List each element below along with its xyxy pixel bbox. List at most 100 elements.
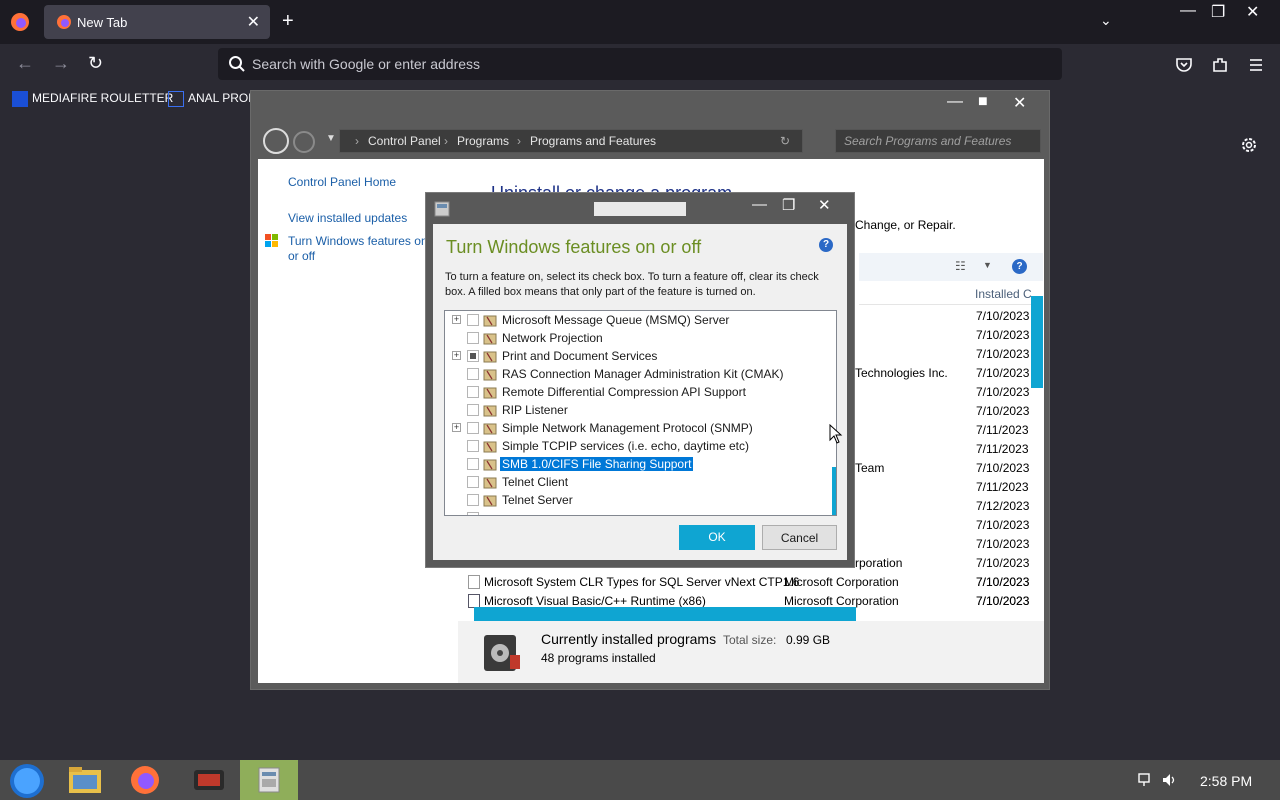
breadcrumb-programs-features[interactable]: Programs and Features xyxy=(530,134,656,148)
ok-button[interactable]: OK xyxy=(679,525,755,550)
maximize-icon[interactable]: ■ xyxy=(978,93,988,111)
feature-row-clipped[interactable] xyxy=(445,509,805,515)
feature-checkbox[interactable] xyxy=(467,440,479,452)
network-icon[interactable] xyxy=(1137,772,1153,788)
feature-folder-icon xyxy=(483,441,497,453)
maximize-icon[interactable]: ❐ xyxy=(1211,2,1225,22)
column-header-installed[interactable]: Installed C xyxy=(859,281,1043,305)
feature-row[interactable]: Remote Differential Compression API Supp… xyxy=(445,383,805,401)
maximize-icon[interactable]: ❐ xyxy=(782,196,795,214)
feature-row[interactable]: RAS Connection Manager Administration Ki… xyxy=(445,365,805,383)
vertical-scrollbar[interactable] xyxy=(832,467,836,515)
feature-folder-icon xyxy=(483,459,497,471)
bookmark-item[interactable]: MEDIAFIRE ROULETTER xyxy=(12,91,173,107)
address-bar[interactable]: Control Panel Programs Programs and Feat… xyxy=(339,129,803,153)
chevron-down-icon[interactable]: ▼ xyxy=(983,260,992,270)
close-tab-icon[interactable]: ✕ xyxy=(247,12,260,32)
feature-row[interactable]: SMB 1.0/CIFS File Sharing Support xyxy=(445,455,805,473)
feature-checkbox[interactable] xyxy=(467,512,479,515)
start-button[interactable] xyxy=(0,760,58,800)
hamburger-menu-icon[interactable] xyxy=(1247,56,1265,74)
feature-row[interactable]: Network Projection xyxy=(445,329,805,347)
feature-checkbox[interactable] xyxy=(467,422,479,434)
taskbar-firefox[interactable] xyxy=(118,760,176,800)
taskbar-app[interactable] xyxy=(180,760,238,800)
firefox-menu-icon[interactable] xyxy=(10,12,30,32)
refresh-icon[interactable]: ↻ xyxy=(780,134,790,148)
feature-checkbox[interactable] xyxy=(467,476,479,488)
feature-row[interactable]: Telnet Client xyxy=(445,473,805,491)
cancel-button[interactable]: Cancel xyxy=(762,525,837,550)
help-icon[interactable]: ? xyxy=(1012,259,1027,274)
feature-row[interactable]: RIP Listener xyxy=(445,401,805,419)
chevron-right-icon: › xyxy=(355,134,359,148)
view-updates-link[interactable]: View installed updates xyxy=(288,211,407,225)
feature-checkbox[interactable] xyxy=(467,368,479,380)
tab-new-tab[interactable]: New Tab ✕ xyxy=(44,5,270,39)
clock[interactable]: 2:58 PM xyxy=(1200,773,1252,789)
feature-checkbox[interactable] xyxy=(467,386,479,398)
expand-icon[interactable]: + xyxy=(452,315,461,324)
dialog-title-redacted xyxy=(594,202,686,216)
minimize-icon[interactable]: — xyxy=(752,196,767,213)
close-window-icon[interactable]: ✕ xyxy=(1246,2,1259,22)
feature-checkbox[interactable] xyxy=(467,314,479,326)
expand-icon[interactable]: + xyxy=(452,423,461,432)
installed-date-cell: 7/10/2023 xyxy=(976,309,1030,323)
minimize-icon[interactable]: — xyxy=(1180,2,1196,20)
breadcrumb-control-panel[interactable]: Control Panel xyxy=(368,134,441,148)
minimize-icon[interactable]: — xyxy=(947,93,963,111)
feature-row[interactable]: Simple TCPIP services (i.e. echo, daytim… xyxy=(445,437,805,455)
feature-label: Network Projection xyxy=(502,331,603,345)
forward-icon[interactable]: → xyxy=(52,54,70,72)
feature-folder-icon xyxy=(483,315,497,327)
recent-pages-icon[interactable]: ▼ xyxy=(326,133,336,144)
taskbar: 2:58 PM xyxy=(0,760,1280,800)
search-programs-input[interactable]: Search Programs and Features xyxy=(835,129,1041,153)
gear-icon[interactable] xyxy=(1240,136,1258,154)
close-icon[interactable]: ✕ xyxy=(1013,93,1026,113)
feature-row[interactable]: + Simple Network Management Protocol (SNM… xyxy=(445,419,805,437)
windows-features-link[interactable]: Turn Windows features on or off xyxy=(288,234,430,264)
feature-checkbox[interactable] xyxy=(467,404,479,416)
forward-icon[interactable] xyxy=(293,131,315,153)
game-app-icon xyxy=(194,770,224,790)
feature-checkbox[interactable] xyxy=(467,494,479,506)
program-icon xyxy=(468,594,480,608)
windows-features-icon xyxy=(434,201,450,217)
program-icon xyxy=(468,575,480,589)
dialog-description: To turn a feature on, select its check b… xyxy=(445,271,819,298)
feature-label: Simple TCPIP services (i.e. echo, daytim… xyxy=(502,439,749,453)
extensions-icon[interactable] xyxy=(1211,56,1229,74)
horizontal-scrollbar[interactable] xyxy=(474,607,856,621)
taskbar-control-panel[interactable] xyxy=(240,760,298,800)
url-bar[interactable]: Search with Google or enter address xyxy=(218,48,1062,80)
volume-icon[interactable] xyxy=(1161,772,1177,788)
chevron-down-icon[interactable]: ⌄ xyxy=(1100,12,1112,29)
back-icon[interactable] xyxy=(263,128,289,154)
feature-row[interactable]: Telnet Server xyxy=(445,491,805,509)
help-icon[interactable]: ? xyxy=(819,238,833,252)
feature-row[interactable]: + Microsoft Message Queue (MSMQ) Server xyxy=(445,311,805,329)
bookmark-item[interactable]: ANAL PROL xyxy=(168,91,255,107)
control-panel-home-link[interactable]: Control Panel Home xyxy=(288,175,396,189)
feature-checkbox[interactable] xyxy=(467,350,479,362)
breadcrumb-programs[interactable]: Programs xyxy=(457,134,509,148)
feature-checkbox[interactable] xyxy=(467,332,479,344)
tab-title: New Tab xyxy=(77,15,128,30)
back-icon[interactable]: ← xyxy=(16,54,34,72)
reload-icon[interactable]: ↻ xyxy=(88,54,103,72)
expand-icon[interactable]: + xyxy=(452,351,461,360)
features-tree[interactable]: + Microsoft Message Queue (MSMQ) Server Ne… xyxy=(444,310,837,516)
taskbar-explorer[interactable] xyxy=(58,760,116,800)
feature-checkbox[interactable] xyxy=(467,458,479,470)
feature-row[interactable]: + Print and Document Services xyxy=(445,347,805,365)
vertical-scrollbar[interactable] xyxy=(1031,296,1043,388)
installed-date-cell: 7/10/2023 xyxy=(976,347,1030,361)
pocket-icon[interactable] xyxy=(1175,56,1193,74)
close-icon[interactable]: ✕ xyxy=(818,196,831,214)
view-options-icon[interactable]: ☷ xyxy=(955,259,966,273)
installed-date-cell: 7/10/2023 xyxy=(976,461,1030,475)
feature-label: SMB 1.0/CIFS File Sharing Support xyxy=(500,457,694,471)
new-tab-icon[interactable]: + xyxy=(282,11,294,31)
